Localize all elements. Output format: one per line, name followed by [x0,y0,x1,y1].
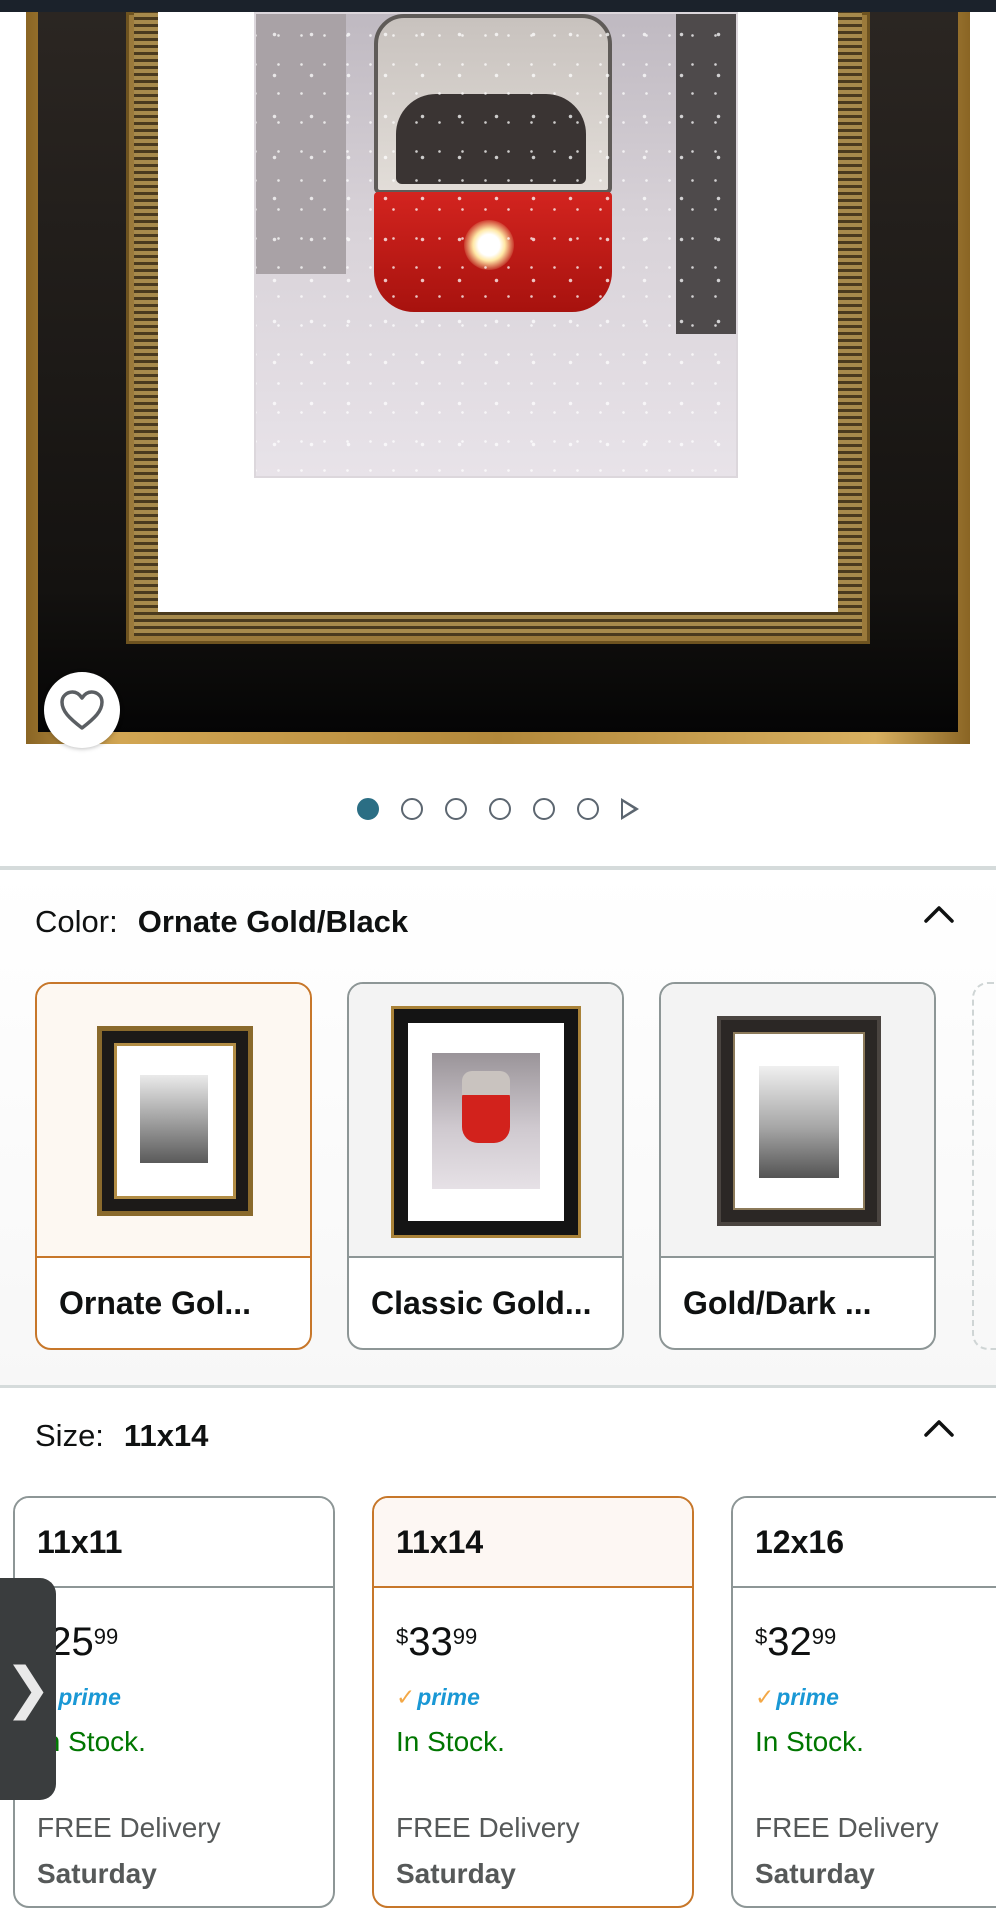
color-option-gold-dark[interactable]: Gold/Dark ... [659,982,936,1350]
delivery-text: FREE Delivery [755,1812,939,1843]
product-image[interactable] [0,12,996,760]
color-option-image [661,984,934,1258]
price: $33 99 [396,1620,478,1664]
size-option-label: 11x11 [15,1498,333,1588]
delivery-text: FREE Delivery [396,1812,580,1843]
carousel-dot[interactable] [489,798,511,820]
color-option-label: Gold/Dark ... [683,1285,872,1321]
carousel-indicator [0,796,996,822]
chevron-up-icon[interactable] [922,1416,956,1440]
color-option-more[interactable] [972,982,996,1350]
color-option-label: Classic Gold... [371,1285,592,1321]
carousel-dot[interactable] [533,798,555,820]
prime-badge: ✓prime [396,1684,480,1710]
size-option-11x14[interactable]: 11x14 $33 99 ✓prime In Stock. FREE Delive… [372,1496,694,1908]
delivery-text: FREE Delivery [37,1812,221,1843]
status-bar [0,0,996,12]
tram-photo [254,12,738,478]
color-selected-value: Ornate Gold/Black [137,904,409,939]
size-label: Size: [35,1418,104,1453]
color-option-ornate-gold-black[interactable]: Ornate Gol... [35,982,312,1350]
chevron-up-icon[interactable] [922,902,956,926]
carousel-dot[interactable] [357,798,379,820]
size-heading: Size: 11x14 [35,1418,208,1454]
frame-photo [26,12,970,744]
size-option-label: 11x14 [374,1498,692,1588]
color-option-image [37,984,310,1258]
delivery-day: Saturday [396,1858,516,1889]
delivery-day: Saturday [37,1858,157,1889]
play-icon[interactable] [621,798,639,820]
color-option-image [349,984,622,1258]
stock-status: In Stock. [396,1726,505,1757]
heart-outline-icon[interactable] [44,672,120,748]
delivery-day: Saturday [755,1858,875,1889]
color-label: Color: [35,904,118,939]
chevron-right-icon: ❯ [4,1656,52,1721]
stock-status: In Stock. [755,1726,864,1757]
carousel-dot[interactable] [577,798,599,820]
side-panel-handle[interactable]: ❯ [0,1578,56,1800]
size-option-label: 12x16 [733,1498,996,1588]
color-option-classic-gold[interactable]: Classic Gold... [347,982,624,1350]
size-selected-value: 11x14 [123,1418,209,1453]
prime-badge: ✓prime [755,1684,839,1710]
color-selector: Color: Ornate Gold/Black Ornate Gol... Cl… [0,870,996,1386]
carousel-dot[interactable] [401,798,423,820]
size-option-12x16[interactable]: 12x16 $32 99 ✓prime In Stock. FREE Delive… [731,1496,996,1908]
carousel-dot[interactable] [445,798,467,820]
size-selector: Size: 11x14 11x11 $2599 ✓prime In Stock. … [0,1388,996,1920]
color-heading: Color: Ornate Gold/Black [35,904,408,940]
size-option-11x11[interactable]: 11x11 $2599 ✓prime In Stock. FREE Delive… [13,1496,335,1908]
color-option-label: Ornate Gol... [59,1285,252,1321]
price: $32 99 [755,1620,837,1664]
